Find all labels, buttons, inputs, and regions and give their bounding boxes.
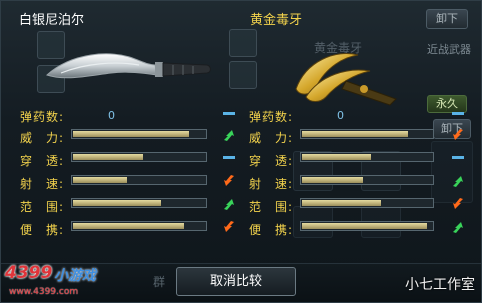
left-weapon-image bbox=[31, 31, 221, 99]
bar-fill bbox=[302, 223, 427, 229]
left-rate-indicator bbox=[222, 174, 236, 188]
right-penetration-bar bbox=[300, 152, 434, 162]
right-ammo-value: 0 bbox=[337, 109, 344, 122]
left-ammo-indicator bbox=[222, 107, 236, 121]
arrow-up-icon bbox=[224, 130, 234, 141]
arrow-up-icon bbox=[453, 176, 463, 187]
bar-fill bbox=[302, 200, 381, 206]
left-weapon-name: 白银尼泊尔 bbox=[19, 13, 85, 28]
left-range-bar bbox=[71, 198, 207, 208]
equal-icon bbox=[452, 156, 464, 159]
cancel-compare-button[interactable]: 取消比较 bbox=[176, 267, 296, 296]
weapon-compare-panel: 白银尼泊尔 黄金毒牙 卸下 黄金毒牙 近战武器 永久 卸下 弹药数: 0 威 力… bbox=[0, 0, 482, 303]
equal-icon bbox=[223, 112, 235, 115]
right-ammo-indicator bbox=[451, 107, 465, 121]
right-weapon-name: 黄金毒牙 bbox=[250, 13, 303, 28]
right-penetration-indicator bbox=[451, 151, 465, 165]
bar-fill bbox=[73, 200, 161, 206]
bar-fill bbox=[73, 131, 189, 137]
portability-label: 便 携: bbox=[20, 223, 65, 237]
equal-icon bbox=[223, 156, 235, 159]
power-label: 威 力: bbox=[20, 131, 65, 145]
right-portability-bar bbox=[300, 221, 434, 231]
bar-fill bbox=[73, 177, 128, 183]
power-label: 威 力: bbox=[249, 131, 294, 145]
range-label: 范 围: bbox=[249, 200, 294, 214]
portability-label: 便 携: bbox=[249, 223, 294, 237]
arrow-down-icon bbox=[453, 198, 463, 209]
left-rate-bar bbox=[71, 175, 207, 185]
penetration-label: 穿 透: bbox=[249, 154, 294, 168]
bar-fill bbox=[73, 154, 144, 160]
arrow-down-icon bbox=[224, 175, 234, 186]
right-rate-bar bbox=[300, 175, 434, 185]
bar-fill bbox=[302, 131, 409, 137]
background-tab-label: 群 bbox=[153, 275, 166, 289]
site-logo: 4399 bbox=[5, 263, 53, 283]
arrow-down-icon bbox=[224, 221, 234, 232]
bar-fill bbox=[302, 154, 372, 160]
left-portability-bar bbox=[71, 221, 207, 231]
left-ammo-value: 0 bbox=[108, 109, 115, 122]
right-thumb-slot[interactable] bbox=[229, 61, 257, 89]
category-label: 近战武器 bbox=[427, 43, 471, 56]
range-label: 范 围: bbox=[20, 200, 65, 214]
left-portability-indicator bbox=[222, 220, 236, 234]
rate-label: 射 速: bbox=[249, 177, 294, 191]
bar-fill bbox=[302, 177, 364, 183]
arrow-down-icon bbox=[453, 129, 463, 140]
studio-watermark: 小七工作室 bbox=[405, 277, 475, 293]
right-power-indicator bbox=[451, 128, 465, 142]
bar-fill bbox=[73, 223, 184, 229]
penetration-label: 穿 透: bbox=[20, 154, 65, 168]
left-power-indicator bbox=[222, 128, 236, 142]
ammo-label: 弹药数: bbox=[20, 110, 65, 124]
ammo-label: 弹药数: bbox=[249, 110, 294, 124]
arrow-up-icon bbox=[224, 199, 234, 210]
left-penetration-bar bbox=[71, 152, 207, 162]
left-penetration-indicator bbox=[222, 151, 236, 165]
left-power-bar bbox=[71, 129, 207, 139]
right-range-indicator bbox=[451, 197, 465, 211]
right-portability-indicator bbox=[451, 220, 465, 234]
unload-button[interactable]: 卸下 bbox=[426, 9, 468, 29]
right-range-bar bbox=[300, 198, 434, 208]
right-thumb-slot[interactable] bbox=[229, 29, 257, 57]
right-power-bar bbox=[300, 129, 434, 139]
equal-icon bbox=[452, 112, 464, 115]
left-range-indicator bbox=[222, 197, 236, 211]
site-logo-subtitle: 小游戏 bbox=[54, 268, 96, 284]
right-rate-indicator bbox=[451, 174, 465, 188]
arrow-up-icon bbox=[453, 222, 463, 233]
site-url: www.4399.com bbox=[9, 287, 79, 297]
rate-label: 射 速: bbox=[20, 177, 65, 191]
right-weapon-image bbox=[286, 41, 416, 111]
